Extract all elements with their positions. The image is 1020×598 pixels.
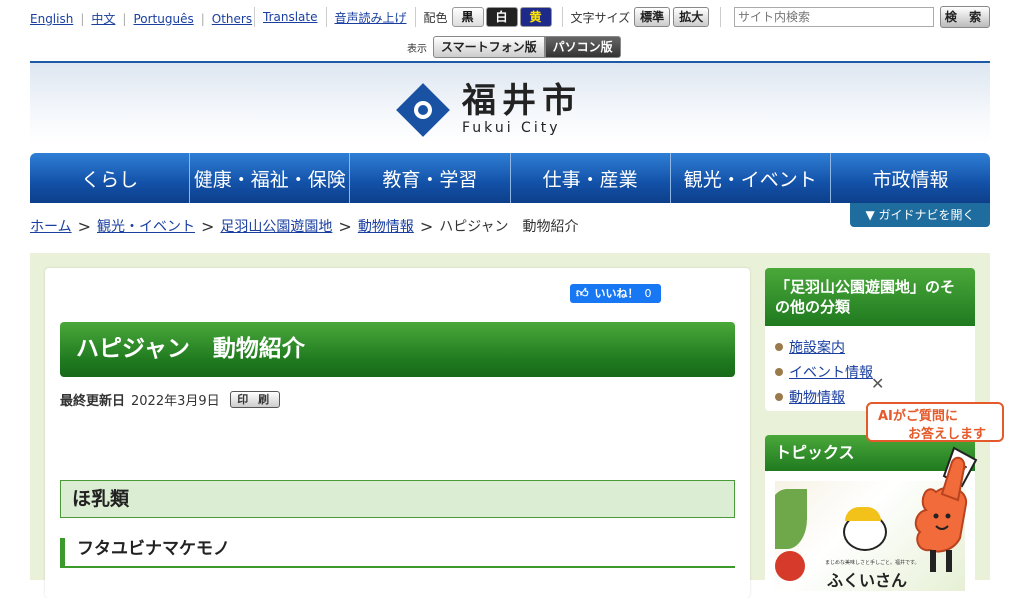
updated-label: 最終更新日 <box>60 394 126 409</box>
breadcrumb-current: ハピジャン 動物紹介 <box>439 219 579 235</box>
global-nav: くらし 健康・福祉・保険 教育・学習 仕事・産業 観光・イベント 市政情報 <box>30 153 990 203</box>
subsection-heading-sloth: フタユビナマケモノ <box>60 538 735 568</box>
last-updated: 最終更新日 2022年3月9日 印 刷 <box>60 390 280 409</box>
breadcrumb-separator: > <box>201 216 215 236</box>
ai-chat-widget[interactable]: ✕ AIがご質問に お答えします 福 <box>866 374 1006 580</box>
category-link-animals[interactable]: 動物情報 <box>789 387 845 407</box>
text-size-large-button[interactable]: 拡大 <box>673 7 710 27</box>
main-content: 👍︎ いいね！ 0 ハピジャン 動物紹介 最終更新日 2022年3月9日 印 刷… <box>45 268 750 598</box>
updated-date: 2022年3月9日 <box>131 394 220 409</box>
nav-item-city-info[interactable]: 市政情報 <box>829 153 990 203</box>
divider <box>414 7 416 27</box>
content-area: 👍︎ いいね！ 0 ハピジャン 動物紹介 最終更新日 2022年3月9日 印 刷… <box>30 253 990 598</box>
breadcrumb-tourism-link[interactable]: 観光・イベント <box>97 216 195 236</box>
triangle-down-icon: ▼ <box>865 208 875 222</box>
thumbs-up-icon: 👍︎ <box>576 286 589 300</box>
text-size-standard-button[interactable]: 標準 <box>634 7 671 27</box>
site-logo[interactable]: 福井市 Fukui City <box>396 83 582 137</box>
like-count: 0 <box>644 287 652 300</box>
read-aloud-link[interactable]: 音声読み上げ <box>335 9 407 26</box>
nav-item-health-welfare[interactable]: 健康・福祉・保険 <box>189 153 349 203</box>
divider <box>561 7 563 27</box>
logo-text-en: Fukui City <box>462 120 561 136</box>
utility-bar: English | 中文 | Português | Others Transl… <box>30 6 992 28</box>
pc-version-button[interactable]: パソコン版 <box>544 36 621 58</box>
category-box-title: 「足羽山公園遊園地」のその他の分類 <box>765 268 975 326</box>
breadcrumb-home-link[interactable]: ホーム <box>30 216 72 236</box>
divider <box>325 7 327 27</box>
site-search: 検 索 <box>734 6 990 28</box>
breadcrumb: ホーム > 観光・イベント > 足羽山公園遊園地 > 動物情報 > ハピジャン … <box>30 216 579 236</box>
text-size-label: 文字サイズ <box>570 10 631 25</box>
breadcrumb-separator: > <box>77 216 91 236</box>
divider <box>720 7 722 27</box>
category-box: 「足羽山公園遊園地」のその他の分類 施設案内 イベント情報 動物情報 <box>765 268 975 411</box>
thumbs-up-mascot-icon: 福 <box>914 446 978 572</box>
separator: | <box>122 11 127 26</box>
bullet-icon <box>775 392 783 401</box>
city-emblem-icon <box>396 83 450 137</box>
color-black-button[interactable]: 黒 <box>451 7 484 27</box>
accessibility-tools: Translate 音声読み上げ 配色 黒 白 黄 文字サイズ 標準 拡大 <box>246 6 729 28</box>
like-label: いいね！ <box>594 287 639 300</box>
site-header: 福井市 Fukui City <box>30 61 990 143</box>
ai-speech-bubble[interactable]: AIがご質問に お答えします <box>866 402 1004 442</box>
nav-item-education[interactable]: 教育・学習 <box>349 153 509 203</box>
close-icon[interactable]: ✕ <box>871 374 884 393</box>
nav-item-business[interactable]: 仕事・産業 <box>509 153 670 203</box>
color-scheme-label: 配色 <box>423 10 448 25</box>
bullet-icon <box>775 342 783 351</box>
guide-navi-button[interactable]: ▼ ガイドナビを開く <box>850 203 990 227</box>
breadcrumb-separator: > <box>338 216 352 236</box>
separator: | <box>80 11 85 26</box>
ai-bubble-line2: お答えします <box>908 427 987 442</box>
separator: | <box>200 11 205 26</box>
list-item: 施設案内 <box>775 334 975 359</box>
ai-bubble-line1: AIがご質問に <box>878 409 958 424</box>
bullet-icon <box>775 367 783 376</box>
nav-item-living[interactable]: くらし <box>30 153 189 203</box>
section-heading-mammals: ほ乳類 <box>60 480 735 518</box>
category-link-events[interactable]: イベント情報 <box>789 362 873 382</box>
language-links: English | 中文 | Português | Others <box>30 10 252 27</box>
translate-link[interactable]: Translate <box>263 10 318 24</box>
smartphone-version-button[interactable]: スマートフォン版 <box>433 36 545 58</box>
search-input[interactable] <box>734 7 934 27</box>
color-yellow-button[interactable]: 黄 <box>519 7 552 27</box>
breadcrumb-park-link[interactable]: 足羽山公園遊園地 <box>220 216 332 236</box>
lang-portuguese-link[interactable]: Português <box>133 12 193 26</box>
page-title: ハピジャン 動物紹介 <box>60 322 735 377</box>
category-link-facilities[interactable]: 施設案内 <box>789 337 845 357</box>
lang-chinese-link[interactable]: 中文 <box>91 10 115 27</box>
facebook-like-button[interactable]: 👍︎ いいね！ 0 <box>570 284 661 303</box>
divider <box>254 7 255 27</box>
breadcrumb-separator: > <box>419 216 434 236</box>
logo-text-jp: 福井市 <box>462 81 582 121</box>
display-mode-switch: 表示 スマートフォン版 パソコン版 <box>407 36 621 58</box>
breadcrumb-animal-link[interactable]: 動物情報 <box>358 216 414 236</box>
nav-item-tourism-events[interactable]: 観光・イベント <box>669 153 830 203</box>
lang-english-link[interactable]: English <box>30 12 73 26</box>
display-label: 表示 <box>407 43 427 55</box>
color-white-button[interactable]: 白 <box>485 7 518 27</box>
search-button[interactable]: 検 索 <box>940 6 990 28</box>
print-button[interactable]: 印 刷 <box>229 391 280 408</box>
guide-navi-label: ガイドナビを開く <box>878 208 975 222</box>
